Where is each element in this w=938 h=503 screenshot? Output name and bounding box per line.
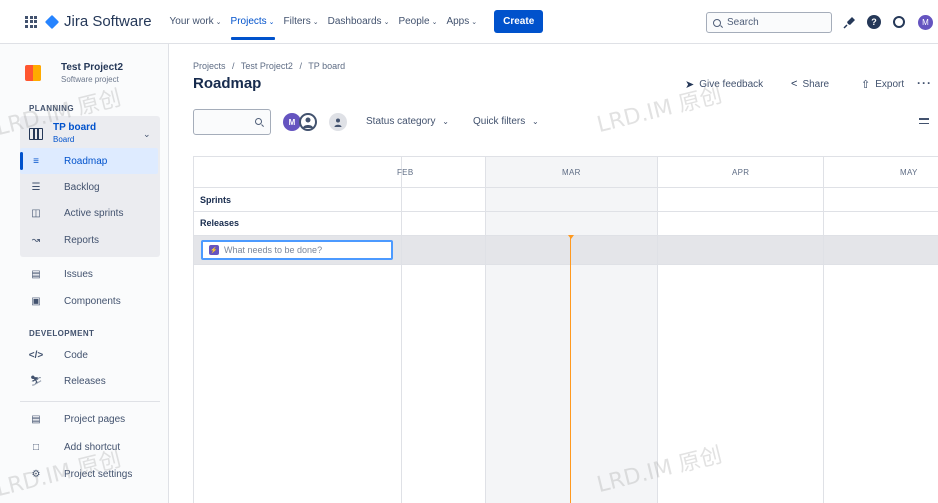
board-icon xyxy=(29,128,43,140)
primary-nav: Your work ⌄ Projects ⌄ Filters ⌄ Dashboards… xyxy=(170,0,544,44)
chart-line-icon: ↝ xyxy=(31,234,41,246)
status-category-filter[interactable]: Status category ⌄ xyxy=(366,116,449,127)
nav-people[interactable]: People ⌄ xyxy=(398,0,437,44)
new-epic-input[interactable] xyxy=(224,245,384,255)
nav-apps[interactable]: Apps ⌄ xyxy=(446,0,477,44)
board-name: TP board xyxy=(53,122,97,133)
board-columns-icon: ◫ xyxy=(31,207,41,219)
nav-your-work[interactable]: Your work ⌄ xyxy=(170,0,222,44)
selected-indicator xyxy=(20,152,23,170)
notifications-icon[interactable] xyxy=(842,15,856,29)
project-type: Software project xyxy=(61,75,119,84)
nav-dashboards[interactable]: Dashboards ⌄ xyxy=(328,0,390,44)
export-icon: ⇧ xyxy=(861,79,871,91)
jira-logo-icon xyxy=(44,14,60,29)
roadmap-icon: ≡ xyxy=(33,155,39,167)
project-name: Test Project2 xyxy=(61,62,124,73)
quick-filters-button[interactable]: Quick filters ⌄ xyxy=(473,116,539,127)
sidebar-item-roadmap[interactable]: ≡ Roadmap xyxy=(20,148,158,174)
chevron-down-icon: ⌄ xyxy=(532,117,539,126)
issues-icon: ▤ xyxy=(31,268,41,280)
search-placeholder: Search xyxy=(727,17,759,28)
add-people-icon[interactable] xyxy=(329,113,347,131)
chevron-down-icon[interactable]: ⌄ xyxy=(143,129,151,140)
product-name: Jira Software xyxy=(64,13,152,30)
epic-icon: ⚡ xyxy=(209,245,219,255)
month-header-may: MAY xyxy=(900,168,918,177)
chevron-down-icon: ⌄ xyxy=(442,117,449,126)
help-icon[interactable]: ? xyxy=(867,15,881,29)
chevron-down-icon: ⌄ xyxy=(471,18,478,26)
share-button[interactable]: < Share xyxy=(791,78,829,90)
development-section-label: DEVELOPMENT xyxy=(29,329,95,338)
breadcrumb-board[interactable]: TP board xyxy=(308,61,345,71)
sprints-row-label[interactable]: Sprints xyxy=(200,195,231,205)
sidebar-item-components[interactable]: ▣ Components xyxy=(20,288,158,314)
megaphone-icon: ➤ xyxy=(685,79,695,91)
sidebar-item-issues[interactable]: ▤ Issues xyxy=(20,261,158,287)
page-title: Roadmap xyxy=(193,75,262,92)
current-month-column xyxy=(485,156,657,503)
give-feedback-button[interactable]: ➤ Give feedback xyxy=(685,78,763,91)
today-marker xyxy=(570,235,571,503)
sidebar-item-active-sprints[interactable]: ◫ Active sprints xyxy=(20,200,158,226)
sidebar-item-releases[interactable]: ⛷ Releases xyxy=(20,368,158,394)
sidebar-item-reports[interactable]: ↝ Reports xyxy=(20,227,158,253)
today-marker-head xyxy=(568,235,574,239)
search-icon xyxy=(713,18,721,27)
components-icon: ▣ xyxy=(31,295,41,307)
sidebar-item-backlog[interactable]: ☰ Backlog xyxy=(20,174,158,200)
roadmap-search-input[interactable] xyxy=(193,109,271,135)
backlog-icon: ☰ xyxy=(31,181,41,193)
export-button[interactable]: ⇧ Export xyxy=(861,78,904,91)
add-shortcut-icon: □ xyxy=(32,441,40,453)
view-settings-icon[interactable] xyxy=(915,112,933,130)
new-epic-field[interactable]: ⚡ xyxy=(201,240,393,260)
app-switcher-icon[interactable] xyxy=(25,15,37,28)
sidebar-item-project-settings[interactable]: ⚙ Project settings xyxy=(20,461,158,487)
settings-gear-icon[interactable] xyxy=(892,15,906,29)
ship-icon: ⛷ xyxy=(29,375,43,387)
sidebar-item-project-pages[interactable]: ▤ Project pages xyxy=(20,406,158,432)
page-icon: ▤ xyxy=(31,413,41,425)
month-header-mar: MAR xyxy=(562,168,581,177)
code-icon: </> xyxy=(28,349,44,361)
breadcrumb: Projects / Test Project2 / TP board xyxy=(193,61,346,71)
more-actions-icon[interactable]: ··· xyxy=(917,76,932,90)
releases-row-label[interactable]: Releases xyxy=(200,218,239,228)
chevron-down-icon: ⌄ xyxy=(312,18,319,26)
breadcrumb-project[interactable]: Test Project2 xyxy=(241,61,293,71)
project-sidebar: Test Project2 Software project PLANNING … xyxy=(0,44,169,503)
chevron-down-icon: ⌄ xyxy=(431,18,438,26)
project-avatar-icon xyxy=(25,65,41,81)
planning-section-label: PLANNING xyxy=(29,104,74,113)
create-button[interactable]: Create xyxy=(494,10,544,33)
share-icon: < xyxy=(791,78,798,90)
project-header[interactable]: Test Project2 Software project xyxy=(25,62,123,84)
sidebar-divider xyxy=(20,401,160,402)
board-selector[interactable]: TP board Board xyxy=(29,122,96,144)
nav-projects[interactable]: Projects ⌄ xyxy=(230,0,275,44)
chevron-down-icon: ⌄ xyxy=(383,18,390,26)
sidebar-item-add-shortcut[interactable]: □ Add shortcut xyxy=(20,434,158,460)
search-input[interactable]: Search xyxy=(706,12,832,33)
month-header-apr: APR xyxy=(732,168,750,177)
unassigned-avatar[interactable] xyxy=(299,113,317,131)
search-icon xyxy=(255,118,262,125)
month-header-feb: FEB xyxy=(397,168,414,177)
sidebar-item-code[interactable]: </> Code xyxy=(20,342,158,368)
chevron-down-icon: ⌄ xyxy=(215,18,222,26)
chevron-down-icon: ⌄ xyxy=(268,18,275,26)
board-type: Board xyxy=(53,135,75,144)
roadmap-timeline: FEB MAR APR MAY Sprints Releases ⚡ xyxy=(193,156,938,503)
user-avatar[interactable]: M xyxy=(918,15,933,30)
nav-filters[interactable]: Filters ⌄ xyxy=(284,0,319,44)
jira-logo[interactable]: Jira Software xyxy=(44,13,152,30)
gear-icon: ⚙ xyxy=(31,468,41,480)
breadcrumb-projects[interactable]: Projects xyxy=(193,61,226,71)
